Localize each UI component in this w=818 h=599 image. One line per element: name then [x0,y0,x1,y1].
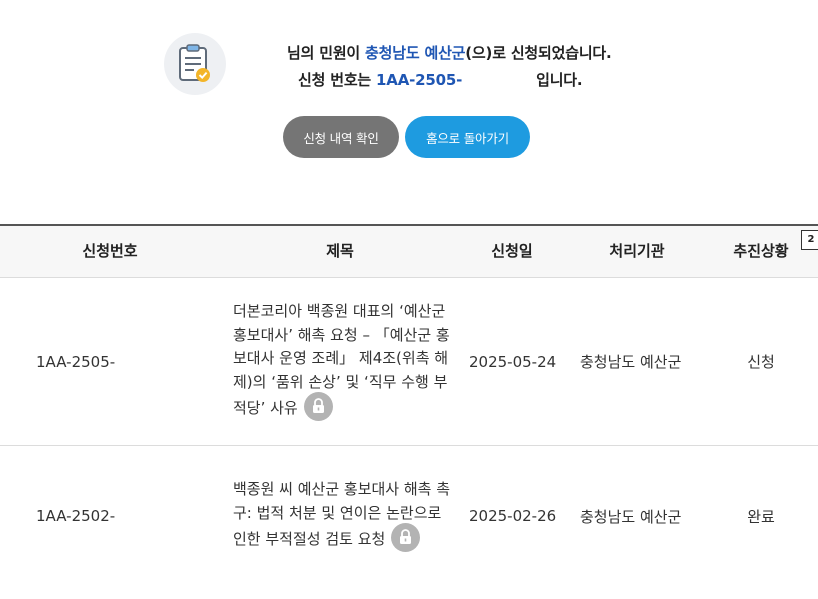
header-number: 신청번호 [82,242,138,260]
notice-text: 님의 민원이 [287,44,366,62]
notice-agency: 충청남도 예산군 [365,44,466,62]
row-date: 2025-05-24 [469,352,557,371]
clipboard-check-icon [164,33,226,95]
notice-text-end: (으)로 신청되었습니다. [465,44,612,62]
row-date: 2025-02-26 [469,507,557,525]
notice-number-end: 입니다. [536,71,583,89]
header-date: 신청일 [491,242,533,260]
row-org: 충청남도 예산군 [580,353,682,371]
lock-icon [391,523,421,552]
row-title[interactable]: 더본코리아 백종원 대표의 ‘예산군 홍보대사’ 해촉 요청 – 「예산군 홍보… [233,278,453,445]
notice-line-2: 신청 번호는 1AA-2505- 입니다. [298,69,583,90]
row-org: 충청남도 예산군 [580,507,682,526]
row-title-text: 더본코리아 백종원 대표의 ‘예산군 홍보대사’ 해촉 요청 – 「예산군 홍보… [233,302,450,417]
notice-number-label: 신청 번호는 [298,71,377,89]
row-number: 1AA-2502- [36,507,116,525]
table-header: 신청번호 제목 신청일 처리기관 추진상황 2 [0,226,818,278]
header-title: 제목 [326,242,354,260]
complaint-submission-page: 님의 민원이 충청남도 예산군(으)로 신청되었습니다. 신청 번호는 1AA-… [0,0,818,599]
row-status: 신청 [747,353,775,371]
go-home-button[interactable]: 홈으로 돌아가기 [405,116,530,158]
header-org: 처리기관 [609,242,665,260]
row-title[interactable]: 백종원 씨 예산군 홍보대사 해촉 촉구: 법적 처분 및 연이은 논란으로 인… [233,446,453,586]
application-table: 신청번호 제목 신청일 처리기관 추진상황 2 1AA-2505- 더본코리아 … [0,224,818,586]
lock-icon [303,392,333,421]
corner-badge[interactable]: 2 [801,230,818,250]
application-number: 1AA-2505- [376,71,463,89]
table-row[interactable]: 1AA-2502- 백종원 씨 예산군 홍보대사 해촉 촉구: 법적 처분 및 … [0,446,818,586]
row-number: 1AA-2505- [36,352,116,371]
view-history-button[interactable]: 신청 내역 확인 [283,116,399,158]
row-status: 완료 [747,507,775,526]
notice-line-1: 님의 민원이 충청남도 예산군(으)로 신청되었습니다. [287,42,612,63]
table-row[interactable]: 1AA-2505- 더본코리아 백종원 대표의 ‘예산군 홍보대사’ 해촉 요청… [0,278,818,446]
